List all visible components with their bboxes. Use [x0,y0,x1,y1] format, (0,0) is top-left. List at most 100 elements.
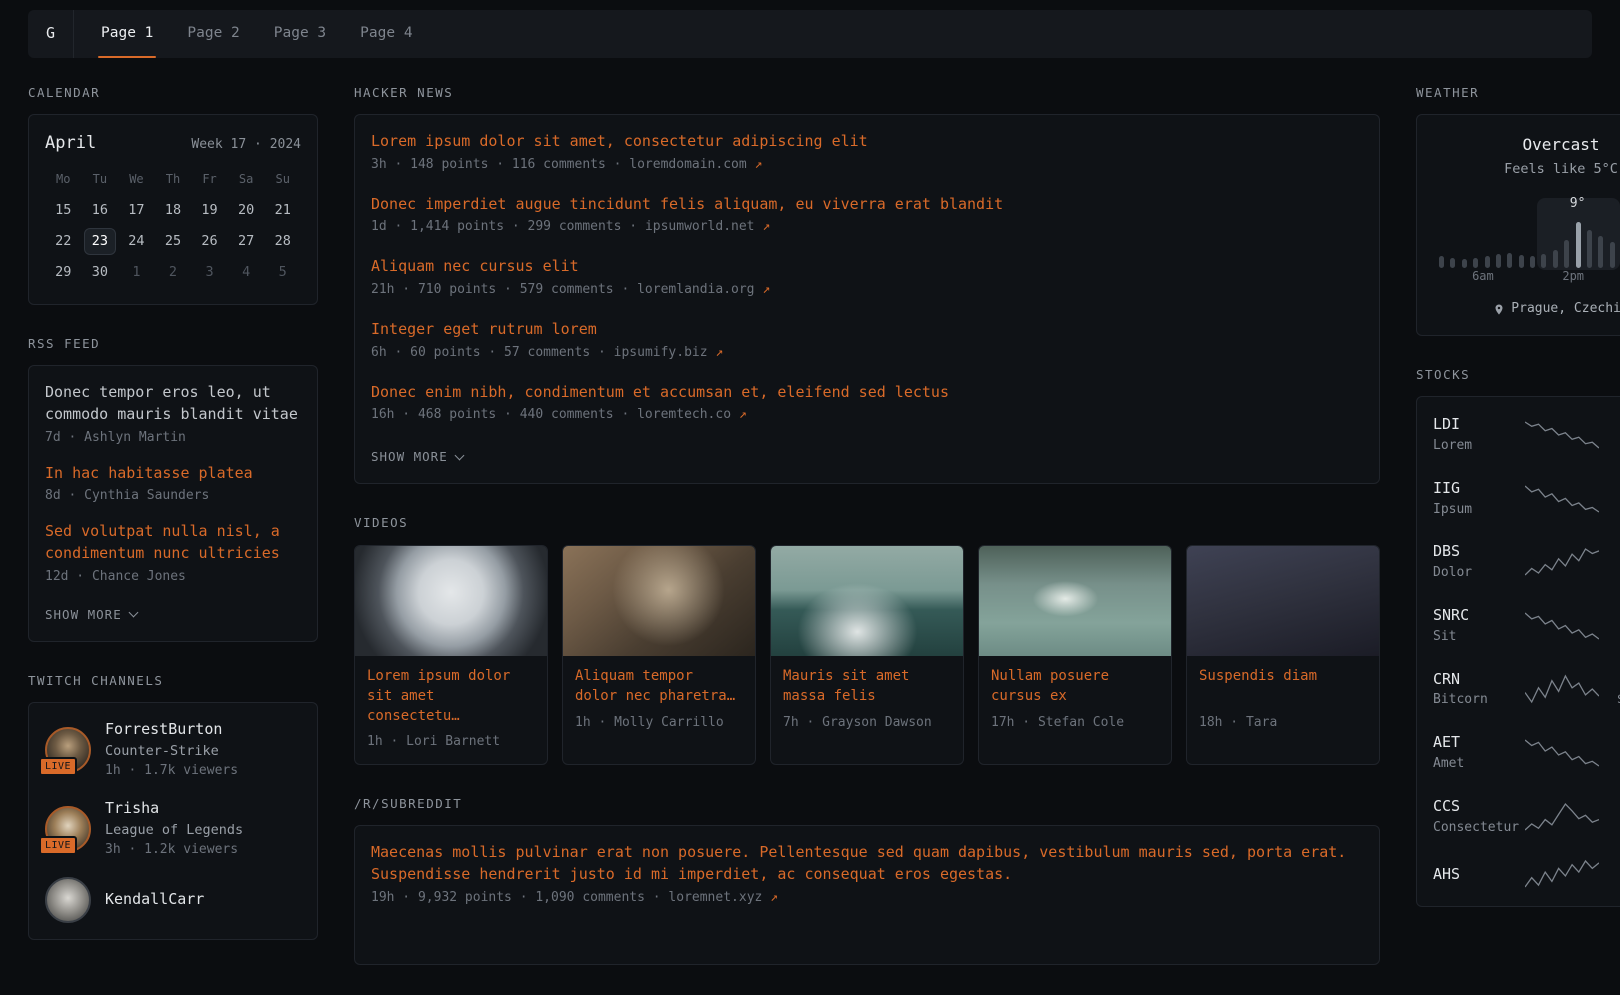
stocks-widget: STOCKS LDI Lorem +4.35% $795.18 IIG Ipsu… [1416,366,1620,907]
tab-page-1[interactable]: Page 1 [84,10,170,58]
tab-page-3[interactable]: Page 3 [257,10,343,58]
stock-symbol: AET [1433,732,1525,754]
rss-item-meta: 12d · Chance Jones [45,568,301,587]
external-link-icon: ↗ [715,345,723,360]
stock-row[interactable]: AHS +0.46% [1433,848,1620,900]
weather-hour-bar [1610,242,1615,268]
stock-row[interactable]: AET Amet +0.92% $499.72 [1433,721,1620,785]
stock-sparkline [1525,859,1599,889]
video-title[interactable]: Mauris sit amet massa felis [783,666,951,707]
stock-sparkline-cell [1525,859,1599,889]
hackernews-item-title[interactable]: Integer eget rutrum lorem [371,319,1363,341]
twitch-channel[interactable]: LIVE Trisha League of Legends 3h · 1.2k … [45,798,301,860]
rss-widget: RSS FEED Donec tempor eros leo, ut commo… [28,335,318,642]
rss-item-title[interactable]: In hac habitasse platea [45,463,301,485]
hackernews-show-more-button[interactable]: SHOW MORE [371,449,463,464]
stock-identity: IIG Ipsum [1433,478,1525,520]
twitch-channel[interactable]: KendallCarr [45,877,301,923]
stock-name: Amet [1433,755,1525,774]
subreddit-item-title[interactable]: Maecenas mollis pulvinar erat non posuer… [371,842,1363,886]
stock-name: Bitcorn [1433,691,1525,710]
videos-widget-title: VIDEOS [354,514,1380,532]
video-thumbnail[interactable] [563,546,755,656]
hackernews-item: Aliquam nec cursus elit 21h · 710 points… [371,256,1363,300]
video-card[interactable]: Nullam posuere cursus ex 17h · Stefan Co… [978,545,1172,766]
stock-change: +1.42% [1599,542,1620,563]
dashboard-page: G Page 1Page 2Page 3Page 4 CALENDAR Apri… [0,0,1620,995]
stock-sparkline-cell [1525,611,1599,641]
stock-identity: AHS [1433,864,1525,886]
weather-widget-title: WEATHER [1416,84,1620,102]
stock-row[interactable]: DBS Dolor +1.42% $156.28 [1433,530,1620,594]
video-card[interactable]: Suspendis diam 18h · Tara [1186,545,1380,766]
hackernews-item-title[interactable]: Donec enim nibh, condimentum et accumsan… [371,382,1363,404]
rss-item: In hac habitasse platea 8d · Cynthia Sau… [45,463,301,507]
stock-price: $795.18 [1599,437,1620,456]
video-title[interactable]: Lorem ipsum dolor sit amet consectetu… [367,666,535,727]
calendar-box: April Week 17 · 2024 MoTuWeThFrSaSu 1516… [28,114,318,305]
hackernews-item-title[interactable]: Aliquam nec cursus elit [371,256,1363,278]
tab-page-4[interactable]: Page 4 [343,10,429,58]
stock-row[interactable]: IIG Ipsum +2.84% $42.04 [1433,467,1620,531]
video-thumbnail[interactable] [355,546,547,656]
hackernews-item-domain[interactable]: ipsumify.biz ↗ [614,345,724,360]
video-title[interactable]: Nullam posuere cursus ex [991,666,1159,707]
calendar-day: 27 [228,226,265,257]
external-link-icon: ↗ [762,282,770,297]
video-title[interactable]: Aliquam tempor dolor nec pharetra… [575,666,743,707]
calendar-day: 2 [155,257,192,288]
weather-widget: WEATHER Overcast Feels like 5°C 9°6am2pm… [1416,84,1620,336]
hackernews-item-title[interactable]: Donec imperdiet augue tincidunt felis al… [371,194,1363,216]
rss-item-title[interactable]: Sed volutpat nulla nisl, a condimentum n… [45,521,301,565]
stock-row[interactable]: SNRC Sit +1.36% $148.64 [1433,594,1620,658]
stock-symbol: SNRC [1433,605,1525,627]
stock-price: $42.04 [1599,500,1620,519]
stock-symbol: CRN [1433,669,1525,691]
video-meta: 17h · Stefan Cole [991,714,1159,733]
video-thumbnail[interactable] [771,546,963,656]
hackernews-item-domain[interactable]: ipsumworld.net ↗ [645,219,770,234]
channel-name[interactable]: ForrestBurton [105,719,238,741]
channel-info: KendallCarr [105,889,204,911]
video-body: Aliquam tempor dolor nec pharetra… 1h · … [563,656,755,745]
hackernews-item-domain[interactable]: loremtech.co ↗ [637,407,747,422]
hackernews-item-domain[interactable]: loremlandia.org ↗ [637,282,770,297]
video-thumbnail[interactable] [979,546,1171,656]
channel-info: Trisha League of Legends 3h · 1.2k viewe… [105,798,243,860]
video-thumbnail[interactable] [1187,546,1379,656]
stock-row[interactable]: CRN Bitcorn -1.00% $66,171.48 [1433,658,1620,722]
weather-hour-bar [1576,222,1581,268]
video-card[interactable]: Mauris sit amet massa felis 7h · Grayson… [770,545,964,766]
subreddit-box: Maecenas mollis pulvinar erat non posuer… [354,825,1380,965]
stock-name: Dolor [1433,564,1525,583]
subreddit-item-domain[interactable]: loremnet.xyz ↗ [668,890,778,905]
subreddit-item-meta: 19h · 9,932 points · 1,090 comments · lo… [371,889,1363,908]
channel-name[interactable]: KendallCarr [105,889,204,911]
tab-page-2[interactable]: Page 2 [170,10,256,58]
rss-show-more-button[interactable]: SHOW MORE [45,607,137,622]
stock-sparkline [1525,611,1599,641]
dashboard-grid: CALENDAR April Week 17 · 2024 MoTuWeThFr… [28,84,1592,995]
calendar-day: 25 [155,226,192,257]
channel-meta: 1h · 1.7k viewers [105,762,238,781]
stock-sparkline-cell [1525,674,1599,704]
app-logo[interactable]: G [28,10,74,58]
video-card[interactable]: Aliquam tempor dolor nec pharetra… 1h · … [562,545,756,766]
calendar-month: April [45,131,96,156]
channel-avatar [45,877,91,923]
hackernews-item-title[interactable]: Lorem ipsum dolor sit amet, consectetur … [371,131,1363,153]
video-title[interactable]: Suspendis diam [1199,666,1367,707]
calendar-day: 26 [191,226,228,257]
rss-list: Donec tempor eros leo, ut commodo mauris… [45,382,301,586]
stock-row[interactable]: LDI Lorem +4.35% $795.18 [1433,403,1620,467]
video-meta: 1h · Lori Barnett [367,733,535,752]
stock-price: $165.84 [1599,818,1620,837]
channel-name[interactable]: Trisha [105,798,243,820]
stock-values: +4.35% $795.18 [1599,415,1620,456]
stock-row[interactable]: CCS Consectetur +0.51% $165.84 [1433,785,1620,849]
video-card[interactable]: Lorem ipsum dolor sit amet consectetu… 1… [354,545,548,766]
weather-location: Prague, Czechia [1511,300,1620,319]
hackernews-item-domain[interactable]: loremdomain.com ↗ [629,157,762,172]
rss-item-title[interactable]: Donec tempor eros leo, ut commodo mauris… [45,382,301,426]
twitch-channel[interactable]: LIVE ForrestBurton Counter-Strike 1h · 1… [45,719,301,781]
